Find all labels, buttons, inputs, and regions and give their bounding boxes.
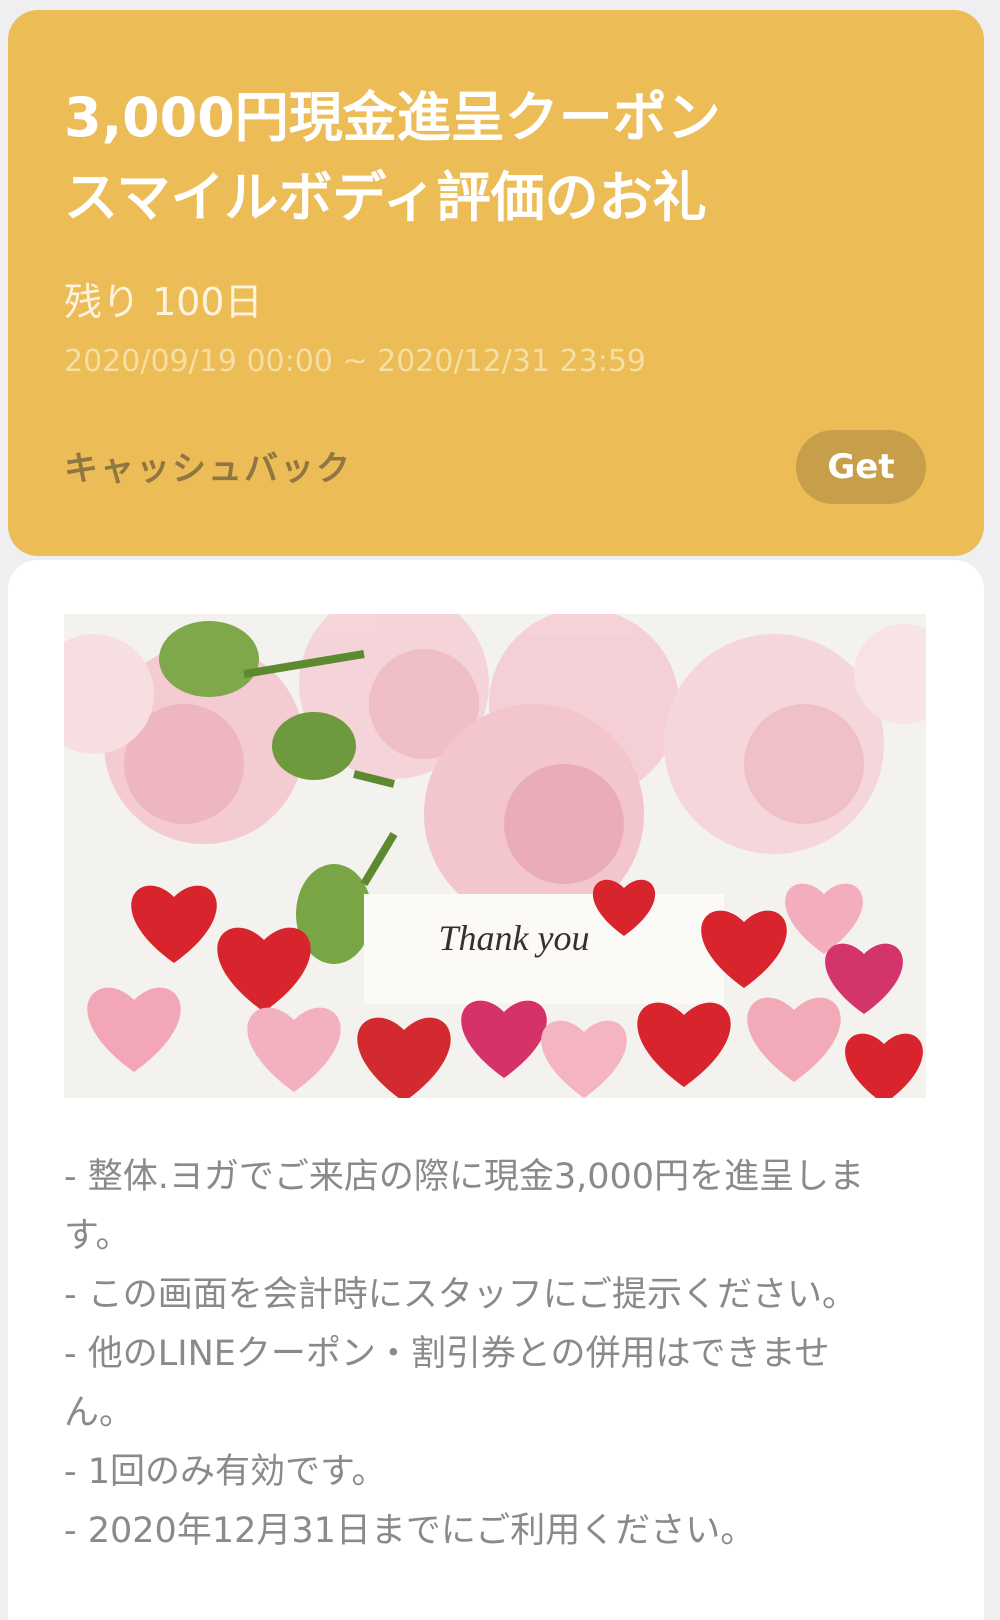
coupon-title-line1: 3,000円現金進呈クーポン bbox=[64, 86, 721, 149]
description-line: - 2020年12月31日までにご利用ください。 bbox=[64, 1511, 756, 1551]
coupon-title-line2: スマイルボディ評価のお礼 bbox=[64, 166, 707, 229]
get-button[interactable]: Get bbox=[796, 430, 926, 504]
thank-you-caption: Thank you bbox=[439, 918, 590, 958]
validity-period: 2020/09/19 00:00 ~ 2020/12/31 23:59 bbox=[64, 344, 647, 379]
description-line: す。 bbox=[64, 1216, 131, 1256]
remaining-days: 残り 100日 bbox=[64, 280, 263, 324]
description-line: ん。 bbox=[64, 1393, 135, 1433]
coupon-header: 3,000円現金進呈クーポン スマイルボディ評価のお礼 残り 100日 2020… bbox=[8, 10, 984, 556]
coupon-image: Thank you bbox=[64, 614, 926, 1098]
description-line: - 1回のみ有効です。 bbox=[64, 1452, 387, 1492]
coupon-body: Thank you - 整体.ヨガでご来店の際に現金3,000円を進呈しま す。… bbox=[8, 560, 984, 1620]
flowers-and-hearts-illustration: Thank you bbox=[64, 614, 926, 1098]
coupon-title: 3,000円現金進呈クーポン スマイルボディ評価のお礼 bbox=[64, 78, 944, 238]
description-line: - 他のLINEクーポン・割引券との併用はできませ bbox=[64, 1334, 830, 1374]
coupon-type-label: キャッシュバック bbox=[64, 449, 352, 489]
description-line: - この画面を会計時にスタッフにご提示ください。 bbox=[64, 1275, 858, 1315]
coupon-description: - 整体.ヨガでご来店の際に現金3,000円を進呈しま す。 - この画面を会計… bbox=[64, 1148, 926, 1561]
description-line: - 整体.ヨガでご来店の際に現金3,000円を進呈しま bbox=[64, 1157, 865, 1197]
